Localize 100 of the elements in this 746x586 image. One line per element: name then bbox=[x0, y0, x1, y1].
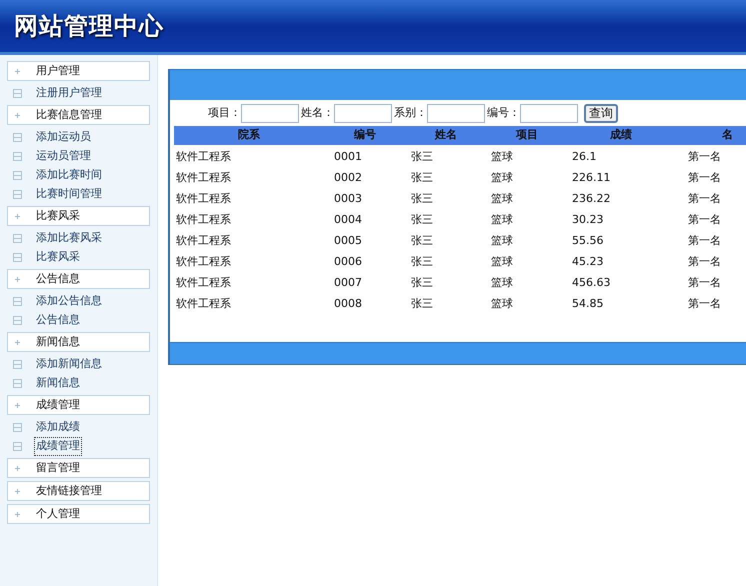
plus-icon bbox=[15, 68, 20, 74]
menu-link[interactable]: 添加运动员 bbox=[34, 128, 93, 147]
table-cell-text: 篮球 bbox=[490, 254, 514, 270]
square-icon bbox=[13, 379, 22, 388]
plus-icon bbox=[15, 512, 20, 516]
table-cell-text: 45.23 bbox=[571, 254, 604, 270]
square-icon bbox=[13, 234, 22, 243]
table-cell-text: 第一名 bbox=[687, 191, 722, 208]
menu-section[interactable]: 比赛信息管理 bbox=[7, 105, 150, 125]
menu-link[interactable]: 比赛时间管理 bbox=[34, 185, 104, 204]
table-cell-text: 软件工程系 bbox=[175, 254, 232, 270]
plus-icon bbox=[15, 214, 20, 218]
table-cell-text: 篮球 bbox=[490, 170, 514, 186]
query-button[interactable]: 查询 bbox=[584, 104, 618, 122]
search-field[interactable] bbox=[520, 104, 578, 122]
square-icon bbox=[13, 133, 22, 142]
menu-section-label: 友情链接管理 bbox=[36, 482, 102, 499]
menu-link[interactable]: 添加比赛风采 bbox=[34, 229, 104, 248]
table-cell-text: 30.23 bbox=[571, 212, 604, 228]
site-title: 网站管理中心 bbox=[14, 11, 164, 42]
plus-icon bbox=[15, 276, 20, 282]
square-icon bbox=[13, 171, 22, 180]
menu-link[interactable]: 新闻信息 bbox=[34, 374, 82, 393]
table-cell-text: 软件工程系 bbox=[175, 233, 232, 250]
search-field[interactable] bbox=[427, 104, 485, 122]
table-cell-text: 0002 bbox=[333, 170, 363, 186]
table-cell-text: 张三 bbox=[410, 275, 434, 292]
menu-section-label: 新闻信息 bbox=[36, 334, 80, 350]
column-header: 项目 bbox=[514, 127, 539, 144]
search-field[interactable] bbox=[334, 104, 392, 122]
table-cell-text: 0003 bbox=[333, 191, 363, 208]
menu-section[interactable]: 留言管理 bbox=[7, 458, 150, 478]
menu-link[interactable]: 运动员管理 bbox=[34, 147, 93, 166]
square-icon bbox=[13, 297, 22, 306]
menu-section[interactable]: 个人管理 bbox=[7, 504, 150, 524]
table-cell-text: 篮球 bbox=[490, 296, 514, 312]
table-cell-text: 篮球 bbox=[490, 191, 514, 208]
field-label: 姓名： bbox=[301, 104, 334, 121]
table-cell-text: 第一名 bbox=[687, 212, 722, 228]
table-cell-text: 张三 bbox=[410, 170, 434, 186]
table-cell-text: 软件工程系 bbox=[175, 275, 232, 292]
square-icon bbox=[13, 360, 22, 369]
field-label: 项目： bbox=[208, 104, 241, 121]
search-field[interactable] bbox=[241, 104, 299, 122]
square-icon bbox=[13, 89, 22, 98]
table-cell-text: 张三 bbox=[410, 212, 434, 228]
plus-icon bbox=[15, 488, 20, 494]
table-cell-text: 第一名 bbox=[687, 296, 722, 312]
table-cell-text: 0007 bbox=[333, 275, 363, 292]
table-cell-text: 0004 bbox=[333, 212, 363, 228]
table-cell-text: 张三 bbox=[410, 149, 434, 166]
menu-section[interactable]: 新闻信息 bbox=[7, 332, 150, 352]
table-cell-text: 第一名 bbox=[687, 170, 722, 186]
square-icon bbox=[13, 152, 22, 161]
plus-icon bbox=[15, 112, 20, 118]
column-header: 名 bbox=[721, 127, 734, 144]
menu-section-label: 个人管理 bbox=[36, 506, 80, 522]
table-cell-text: 篮球 bbox=[490, 149, 514, 166]
table-cell-text: 456.63 bbox=[571, 275, 612, 292]
table-cell-text: 软件工程系 bbox=[175, 170, 232, 186]
menu-section-label: 留言管理 bbox=[36, 460, 80, 476]
menu-link[interactable]: 添加公告信息 bbox=[34, 292, 104, 311]
menu-link[interactable]: 成绩管理 bbox=[34, 437, 82, 456]
table-cell-text: 236.22 bbox=[571, 191, 612, 208]
table-cell-text: 226.11 bbox=[571, 170, 612, 186]
menu-section[interactable]: 公告信息 bbox=[7, 269, 150, 289]
menu-link[interactable]: 添加成绩 bbox=[34, 418, 82, 437]
table-cell-text: 张三 bbox=[410, 296, 434, 312]
table-cell-text: 第一名 bbox=[687, 254, 722, 270]
menu-link[interactable]: 添加比赛时间 bbox=[34, 166, 104, 185]
table-cell-text: 0005 bbox=[333, 233, 363, 250]
square-icon bbox=[13, 316, 22, 325]
table-cell-text: 软件工程系 bbox=[175, 212, 232, 228]
menu-link[interactable]: 注册用户管理 bbox=[34, 84, 104, 103]
menu-section-label: 用户管理 bbox=[36, 62, 80, 79]
menu-section-label: 比赛信息管理 bbox=[36, 106, 102, 123]
menu-section[interactable]: 比赛风采 bbox=[7, 206, 150, 226]
square-icon bbox=[13, 190, 22, 199]
table-cell-text: 张三 bbox=[410, 233, 434, 250]
menu-section[interactable]: 友情链接管理 bbox=[7, 481, 150, 501]
column-header: 成绩 bbox=[609, 127, 633, 144]
table-cell-text: 54.85 bbox=[571, 296, 604, 312]
column-header: 编号 bbox=[353, 127, 377, 144]
table-cell-text: 软件工程系 bbox=[175, 191, 232, 208]
plus-icon bbox=[15, 340, 20, 344]
menu-section[interactable]: 用户管理 bbox=[7, 61, 150, 81]
table-cell-text: 篮球 bbox=[490, 275, 514, 292]
table-cell-text: 第一名 bbox=[687, 275, 722, 292]
table-cell-text: 张三 bbox=[410, 254, 434, 270]
menu-link[interactable]: 添加新闻信息 bbox=[34, 355, 104, 374]
plus-icon bbox=[15, 402, 20, 408]
square-icon bbox=[13, 253, 22, 262]
menu-section-label: 公告信息 bbox=[36, 270, 80, 287]
menu-section[interactable]: 成绩管理 bbox=[7, 395, 150, 415]
menu-section-label: 比赛风采 bbox=[36, 208, 80, 224]
menu-link[interactable]: 比赛风采 bbox=[34, 248, 82, 267]
menu-link[interactable]: 公告信息 bbox=[34, 311, 82, 330]
table-cell-text: 55.56 bbox=[571, 233, 604, 250]
table-cell-text: 0001 bbox=[333, 149, 363, 166]
table-cell-text: 软件工程系 bbox=[175, 149, 232, 166]
